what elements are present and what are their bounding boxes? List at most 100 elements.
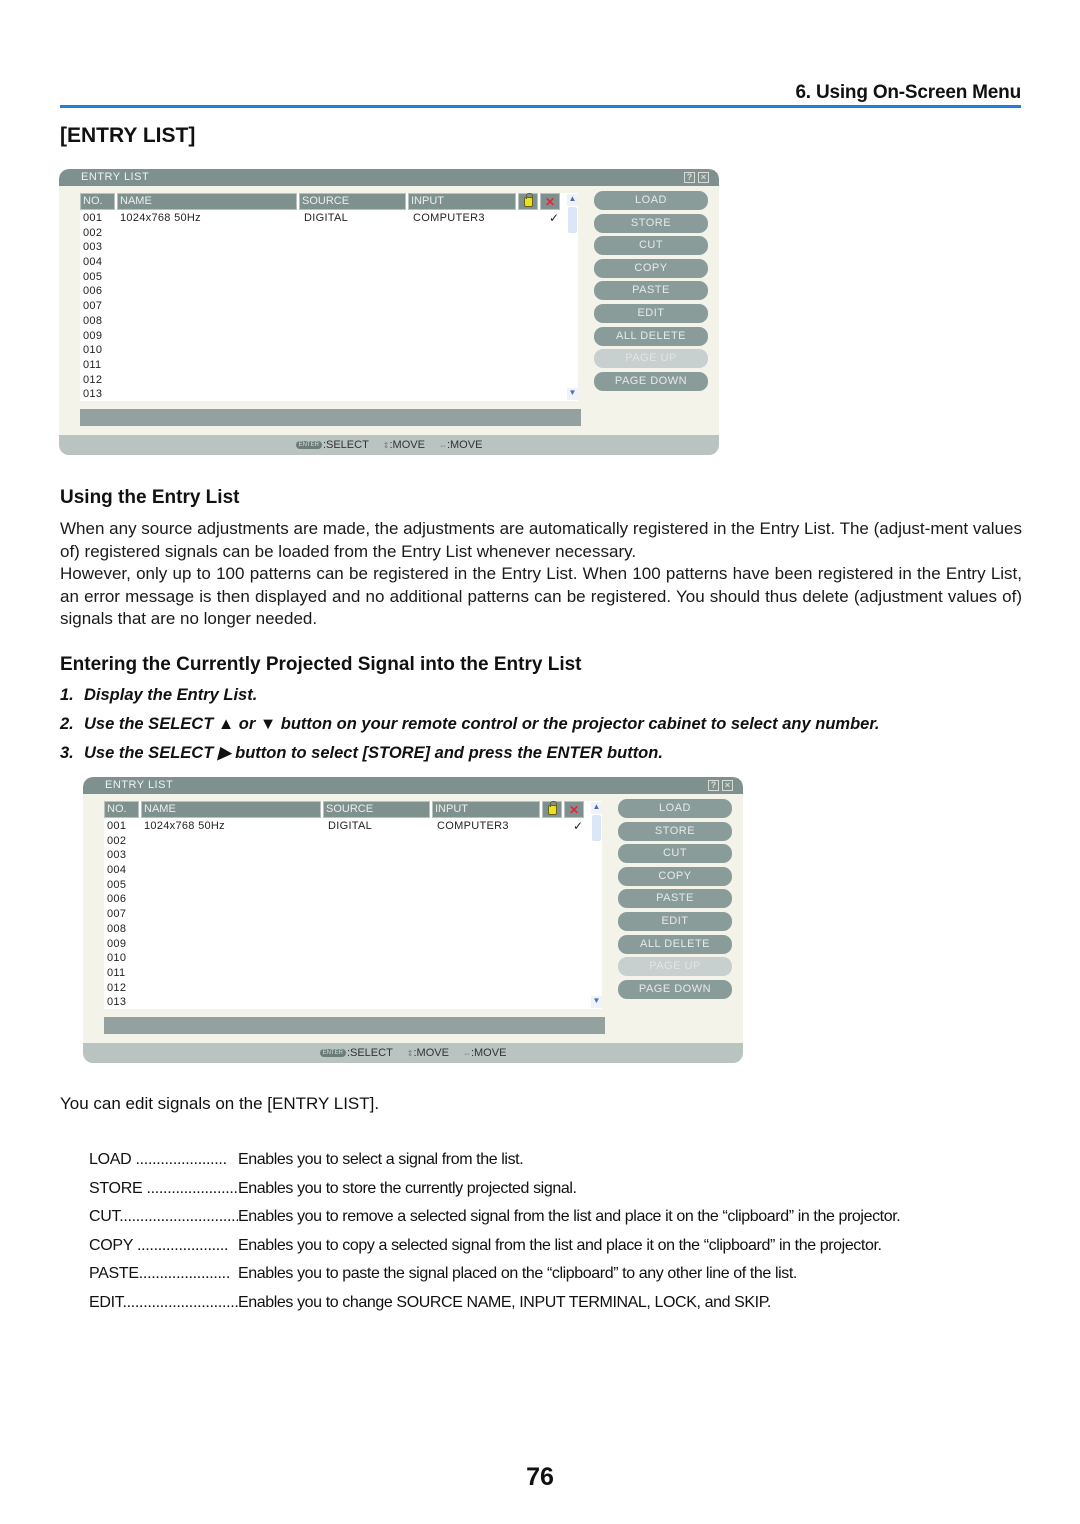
table-row[interactable]: 010: [83, 343, 565, 358]
table-row[interactable]: 009: [107, 937, 589, 952]
edit-button[interactable]: EDIT: [618, 911, 732, 931]
table-row[interactable]: 008: [83, 314, 565, 329]
osd-titlebar: ENTRY LIST ? ×: [83, 777, 743, 794]
page-up-button[interactable]: PAGE UP: [594, 349, 708, 369]
table-row[interactable]: 007: [83, 299, 565, 314]
table-row[interactable]: 007: [107, 907, 589, 922]
page-down-button[interactable]: PAGE DOWN: [594, 371, 708, 391]
step-text: Use the SELECT ▲ or ▼ button on your rem…: [84, 715, 880, 733]
table-row[interactable]: 011: [107, 966, 589, 981]
osd-title: ENTRY LIST: [81, 171, 150, 183]
up-down-arrow-icon: ⇕: [382, 441, 390, 450]
definition-term: LOAD ......................: [89, 1151, 227, 1168]
edit-button[interactable]: EDIT: [594, 303, 708, 323]
cell-no: 007: [107, 908, 127, 921]
definition-term: EDIT..............................: [89, 1293, 238, 1311]
cell-no: 005: [83, 270, 103, 283]
cell-no: 010: [107, 952, 127, 965]
button-column: LOAD STORE CUT COPY PASTE EDIT ALL DELETE PAGE …: [594, 191, 708, 394]
cell-no: 008: [107, 922, 127, 935]
table-row[interactable]: 011: [83, 358, 565, 373]
table-row[interactable]: 008: [107, 922, 589, 937]
table-row[interactable]: 012: [83, 373, 565, 388]
skip-icon: ✕: [568, 802, 580, 817]
table-row[interactable]: 002: [107, 834, 589, 849]
move-lr-label: :MOVE: [470, 1047, 507, 1059]
paste-button[interactable]: PASTE: [618, 889, 732, 909]
table-row[interactable]: 001 1024x768 50Hz DIGITAL COMPUTER3 ✓: [83, 211, 565, 226]
load-button[interactable]: LOAD: [618, 799, 732, 818]
column-header-no: NO.: [80, 193, 115, 210]
store-button[interactable]: STORE: [618, 821, 732, 841]
close-icon[interactable]: ×: [722, 780, 733, 791]
table-row[interactable]: 004: [83, 255, 565, 270]
definition-description: Enables you to remove a selected signal …: [238, 1208, 901, 1226]
running-header: 6. Using On-Screen Menu: [60, 82, 1021, 108]
copy-button[interactable]: COPY: [594, 258, 708, 278]
list-header: NO. NAME SOURCE INPUT ✕: [104, 800, 590, 818]
cell-no: 013: [107, 996, 127, 1009]
scroll-up-icon[interactable]: ▲: [591, 802, 602, 814]
cell-no: 003: [107, 849, 127, 862]
left-right-arrow-icon: ⇔: [462, 1049, 471, 1058]
enter-key-icon: ENTER: [319, 1049, 346, 1058]
column-header-skip: ✕: [540, 193, 560, 210]
page-number: 76: [526, 1463, 554, 1491]
definition-item: STORE ...................... Enables you …: [89, 1177, 900, 1206]
footer-move-lr-hint: ⇔:MOVE: [439, 439, 482, 451]
cell-source: DIGITAL: [304, 212, 349, 224]
question-icon[interactable]: ?: [708, 780, 719, 791]
column-header-name: NAME: [117, 193, 297, 210]
scroll-thumb[interactable]: [568, 207, 577, 233]
table-row[interactable]: 006: [107, 892, 589, 907]
lock-icon: [547, 800, 557, 815]
question-icon[interactable]: ?: [684, 172, 695, 183]
page-down-button[interactable]: PAGE DOWN: [618, 979, 732, 999]
table-row[interactable]: 006: [83, 284, 565, 299]
osd-footer: ENTER:SELECT ⇕:MOVE ⇔:MOVE: [59, 435, 719, 455]
cell-no: 012: [83, 373, 103, 386]
table-row[interactable]: 009: [83, 329, 565, 344]
cell-skip-check: ✓: [573, 819, 584, 833]
scrollbar[interactable]: ▲ ▼: [567, 193, 578, 401]
select-hint-label: :SELECT: [322, 439, 369, 451]
load-button[interactable]: LOAD: [594, 191, 708, 210]
table-row[interactable]: 002: [83, 226, 565, 241]
all-delete-button[interactable]: ALL DELETE: [618, 934, 732, 954]
scrollbar[interactable]: ▲ ▼: [591, 801, 602, 1009]
scroll-down-icon[interactable]: ▼: [567, 388, 578, 400]
table-row[interactable]: 013: [83, 387, 565, 402]
cut-button[interactable]: CUT: [618, 844, 732, 864]
table-row[interactable]: 001 1024x768 50Hz DIGITAL COMPUTER3 ✓: [107, 819, 589, 834]
cell-no: 001: [107, 820, 127, 832]
move-lr-label: :MOVE: [446, 439, 483, 451]
footer-select-hint: ENTER:SELECT: [319, 1047, 393, 1059]
edit-intro: You can edit signals on the [ENTRY LIST]…: [60, 1094, 380, 1113]
osd-title: ENTRY LIST: [105, 779, 174, 791]
table-row[interactable]: 012: [107, 981, 589, 996]
table-row[interactable]: 003: [83, 240, 565, 255]
table-row[interactable]: 005: [83, 270, 565, 285]
close-icon[interactable]: ×: [698, 172, 709, 183]
table-row[interactable]: 004: [107, 863, 589, 878]
table-row[interactable]: 013: [107, 995, 589, 1010]
move-ud-label: :MOVE: [413, 1047, 449, 1059]
store-button[interactable]: STORE: [594, 213, 708, 233]
paste-button[interactable]: PASTE: [594, 281, 708, 301]
scroll-up-icon[interactable]: ▲: [567, 194, 578, 206]
steps-list: 1. Display the Entry List. 2. Use the SELEC…: [60, 684, 879, 771]
scroll-thumb[interactable]: [592, 815, 601, 841]
table-row[interactable]: 005: [107, 878, 589, 893]
all-delete-button[interactable]: ALL DELETE: [594, 326, 708, 346]
scroll-down-icon[interactable]: ▼: [591, 996, 602, 1008]
page-up-button[interactable]: PAGE UP: [618, 957, 732, 977]
cell-no: 012: [107, 981, 127, 994]
cell-no: 013: [83, 388, 103, 401]
using-paragraph-1: When any source adjustments are made, th…: [60, 519, 1022, 561]
cut-button[interactable]: CUT: [594, 236, 708, 256]
table-row[interactable]: 003: [107, 848, 589, 863]
table-row[interactable]: 010: [107, 951, 589, 966]
entry-list-table: NO. NAME SOURCE INPUT ✕ 001 1024x768 50Hz…: [80, 192, 578, 402]
cell-no: 010: [83, 344, 103, 357]
copy-button[interactable]: COPY: [618, 866, 732, 886]
